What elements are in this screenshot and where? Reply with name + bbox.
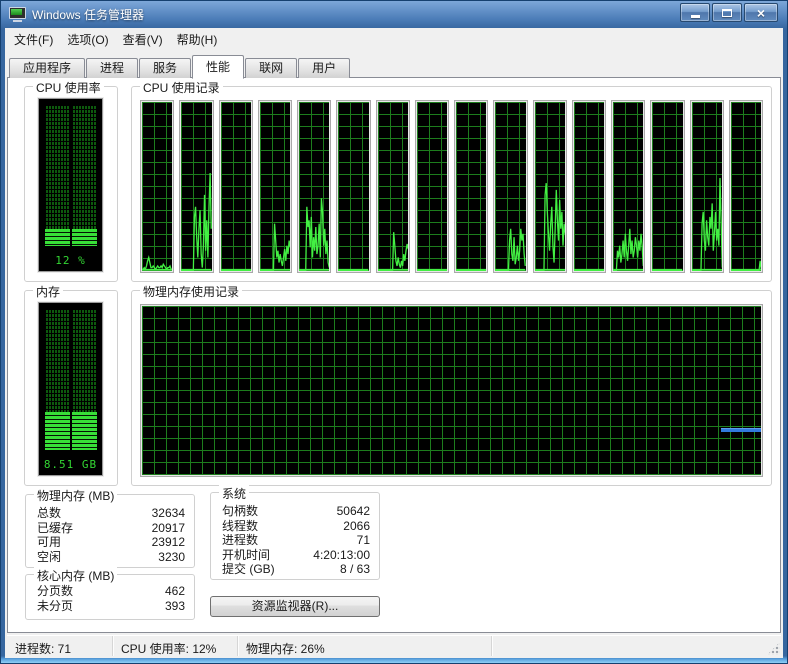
status-process-count: 进程数: 71 [7, 636, 113, 656]
cpu-history-group-title: CPU 使用记录 [140, 79, 223, 96]
menu-view[interactable]: 查看(V) [116, 28, 170, 51]
status-physical-memory: 物理内存: 26% [238, 636, 492, 656]
tab-processes[interactable]: 进程 [86, 58, 139, 78]
tab-applications[interactable]: 应用程序 [9, 58, 86, 78]
maximize-button[interactable] [712, 3, 742, 22]
cpu-core-graph [532, 100, 567, 273]
status-cpu-usage: CPU 使用率: 12% [113, 636, 238, 656]
menu-file[interactable]: 文件(F) [7, 28, 60, 51]
tab-strip: 应用程序 进程 服务 性能 联网 用户 [7, 54, 781, 79]
close-icon: × [756, 4, 766, 21]
stat-row: 未分页 393 [37, 598, 185, 613]
menu-help[interactable]: 帮助(H) [170, 28, 225, 51]
cpu-core-graph [728, 100, 763, 273]
physical-memory-group: 物理内存 (MB) 总数 32634 已缓存 20917 可用 23912 空闲 323… [25, 487, 195, 568]
tab-performance[interactable]: 性能 [192, 55, 245, 79]
resource-monitor-button[interactable]: 资源监视器(R)... [210, 596, 380, 617]
stat-row: 提交 (GB) 8 / 63 [222, 562, 370, 577]
stat-row: 句柄数 50642 [222, 504, 370, 518]
system-group: 系统 句柄数 50642 线程数 2066 进程数 71 开机时间 4:20:13:00… [210, 485, 380, 580]
memory-history-group-title: 物理内存使用记录 [140, 283, 243, 300]
cpu-core-graph [336, 100, 371, 273]
tab-services[interactable]: 服务 [139, 58, 192, 78]
menu-options[interactable]: 选项(O) [60, 28, 115, 51]
memory-value: 8.51 GB [43, 458, 98, 471]
client-area: 文件(F) 选项(O) 查看(V) 帮助(H) 应用程序 进程 服务 性能 联网… [5, 28, 783, 658]
cpu-usage-group: CPU 使用率 12 % [24, 79, 118, 282]
stat-row: 进程数 71 [222, 533, 370, 548]
menu-bar: 文件(F) 选项(O) 查看(V) 帮助(H) [5, 28, 783, 50]
status-bar: 进程数: 71 CPU 使用率: 12% 物理内存: 26% [7, 635, 781, 656]
cpu-core-graph [493, 100, 528, 273]
system-group-title: 系统 [219, 485, 250, 502]
titlebar[interactable]: Windows 任务管理器 [9, 4, 144, 25]
task-manager-icon [9, 7, 26, 22]
cpu-usage-group-title: CPU 使用率 [33, 79, 104, 96]
minimize-icon [690, 15, 700, 18]
performance-tab-page: CPU 使用率 12 % CPU 使用记录 内存 8.51 GB 物理内存使用记… [7, 77, 781, 633]
tab-networking[interactable]: 联网 [245, 58, 298, 78]
stat-row: 总数 32634 [37, 506, 185, 520]
cpu-core-graph [218, 100, 253, 273]
task-manager-window: Windows 任务管理器 × 文件(F) 选项(O) 查看(V) 帮助(H) … [0, 0, 788, 664]
minimize-button[interactable] [680, 3, 710, 22]
memory-gauge: 8.51 GB [37, 301, 104, 477]
cpu-core-graph [454, 100, 489, 273]
stat-row: 线程数 2066 [222, 518, 370, 533]
stat-row: 可用 23912 [37, 535, 185, 550]
tab-users[interactable]: 用户 [298, 58, 351, 78]
window-title: Windows 任务管理器 [32, 8, 145, 22]
stat-row: 开机时间 4:20:13:00 [222, 547, 370, 562]
cpu-usage-gauge: 12 % [37, 97, 104, 273]
memory-group-title: 内存 [33, 283, 64, 300]
close-button[interactable]: × [744, 3, 778, 22]
stat-row: 已缓存 20917 [37, 520, 185, 535]
cpu-core-graph [140, 100, 175, 273]
window-controls: × [680, 3, 778, 22]
cpu-core-graph [689, 100, 724, 273]
stat-row: 空闲 3230 [37, 549, 185, 564]
cpu-core-graph [650, 100, 685, 273]
kernel-memory-group: 核心内存 (MB) 分页数 462 未分页 393 [25, 567, 195, 620]
resize-grip[interactable] [767, 642, 780, 655]
cpu-core-graph [257, 100, 292, 273]
cpu-core-graph [179, 100, 214, 273]
memory-group: 内存 8.51 GB [24, 283, 118, 486]
cpu-history-group: CPU 使用记录 [131, 79, 772, 282]
cpu-usage-value: 12 % [55, 254, 86, 267]
cpu-core-graph [571, 100, 606, 273]
cpu-core-graph [297, 100, 332, 273]
memory-history-group: 物理内存使用记录 [131, 283, 772, 486]
maximize-icon [722, 8, 732, 17]
cpu-core-graph [611, 100, 646, 273]
memory-history-line [721, 429, 761, 433]
cpu-core-graph [375, 100, 410, 273]
kernel-memory-group-title: 核心内存 (MB) [34, 567, 118, 584]
status-filler [492, 636, 781, 656]
physical-memory-group-title: 物理内存 (MB) [34, 487, 118, 504]
memory-history-graph [140, 304, 763, 477]
cpu-history-panels [140, 100, 763, 273]
cpu-core-graph [414, 100, 449, 273]
stat-row: 分页数 462 [37, 584, 185, 598]
